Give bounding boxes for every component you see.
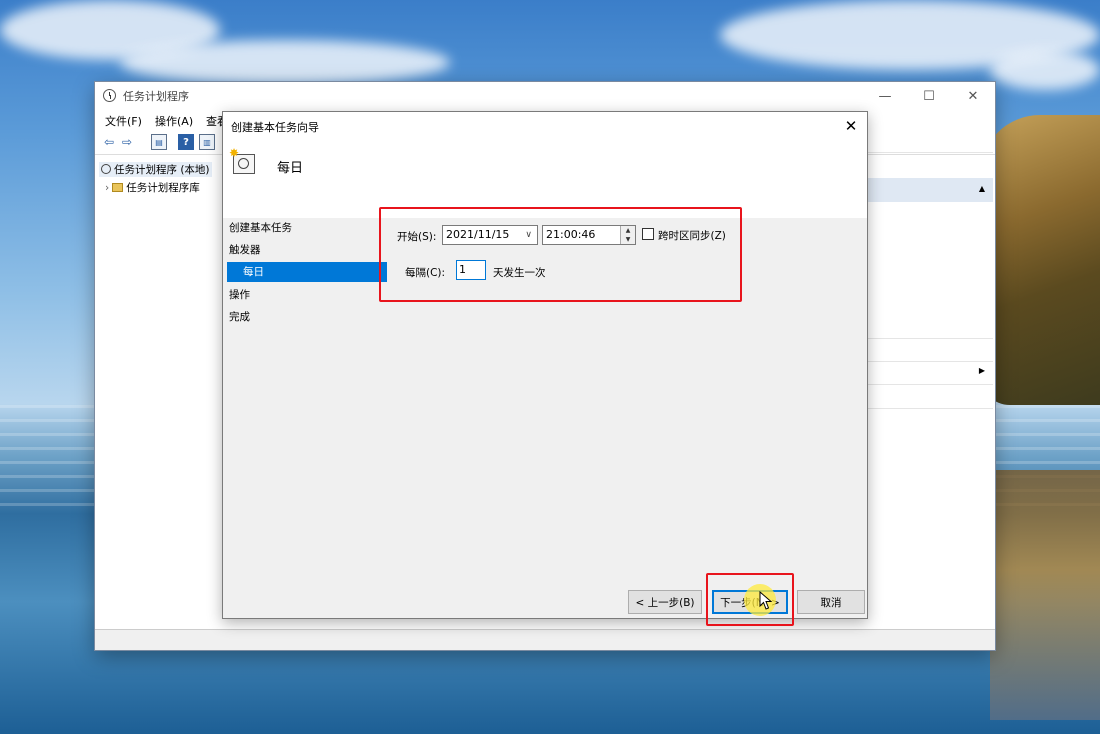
tree-item-library[interactable]: › 任务计划程序库 — [105, 180, 200, 195]
create-basic-task-wizard: 创建基本任务向导 ✕ ✸ 每日 创建基本任务 触发器 每日 操作 完成 开始(S… — [222, 111, 868, 619]
dialog-titlebar[interactable]: 创建基本任务向导 ✕ — [223, 112, 867, 140]
calendar-clock-icon: ✸ — [229, 146, 257, 176]
step-daily[interactable]: 每日 — [227, 262, 387, 282]
tree-item-root[interactable]: 任务计划程序 (本地) — [99, 162, 212, 177]
folder-icon — [112, 183, 124, 192]
cancel-button[interactable]: 取消 — [797, 590, 865, 614]
step-trigger[interactable]: 触发器 — [229, 242, 261, 257]
minimize-icon[interactable]: — — [863, 82, 907, 110]
divider — [867, 361, 993, 362]
dialog-title: 创建基本任务向导 — [231, 121, 319, 134]
cursor-icon — [759, 591, 773, 610]
step-action[interactable]: 操作 — [229, 287, 250, 302]
close-icon[interactable]: ✕ — [951, 82, 995, 110]
tree-root-label: 任务计划程序 (本地) — [114, 164, 210, 176]
back-arrow-icon[interactable]: ⇦ — [101, 134, 117, 150]
show-hide-action-pane-icon[interactable]: ▥ — [199, 134, 215, 150]
forward-arrow-icon[interactable]: ⇨ — [119, 134, 135, 150]
navigation-tree: 任务计划程序 (本地) › 任务计划程序库 — [95, 160, 223, 640]
window-titlebar[interactable]: 任务计划程序 — ☐ ✕ — [95, 82, 995, 110]
highlight-box-settings — [379, 207, 742, 302]
tree-child-label: 任务计划程序库 — [126, 182, 200, 194]
window-title: 任务计划程序 — [123, 90, 189, 103]
chevron-right-icon[interactable]: › — [105, 182, 109, 194]
menu-action[interactable]: 操作(A) — [155, 113, 193, 129]
step-create-task[interactable]: 创建基本任务 — [229, 220, 292, 235]
step-finish[interactable]: 完成 — [229, 309, 250, 324]
rock-cliff — [980, 115, 1100, 405]
wizard-steps: 创建基本任务 触发器 每日 操作 完成 — [223, 218, 389, 618]
divider — [867, 152, 993, 153]
divider — [867, 384, 993, 385]
divider — [867, 408, 993, 409]
collapse-up-icon[interactable]: ▲ — [979, 184, 985, 193]
clock-icon — [101, 164, 111, 174]
page-title: 每日 — [277, 161, 304, 176]
maximize-icon[interactable]: ☐ — [907, 82, 951, 110]
back-button[interactable]: < 上一步(B) — [628, 590, 702, 614]
menu-file[interactable]: 文件(F) — [105, 113, 142, 129]
clock-icon — [103, 89, 116, 102]
help-icon[interactable]: ? — [178, 134, 194, 150]
actions-pane-header[interactable]: ▲ — [867, 178, 993, 202]
cliff-reflection — [990, 470, 1100, 720]
cloud — [120, 40, 450, 85]
actions-pane: ▲ ▶ — [867, 152, 993, 632]
expand-right-icon[interactable]: ▶ — [979, 366, 985, 375]
cloud — [990, 50, 1100, 90]
close-icon[interactable]: ✕ — [835, 112, 867, 140]
show-hide-tree-icon[interactable]: ▤ — [151, 134, 167, 150]
status-bar — [95, 629, 995, 650]
divider — [867, 338, 993, 339]
